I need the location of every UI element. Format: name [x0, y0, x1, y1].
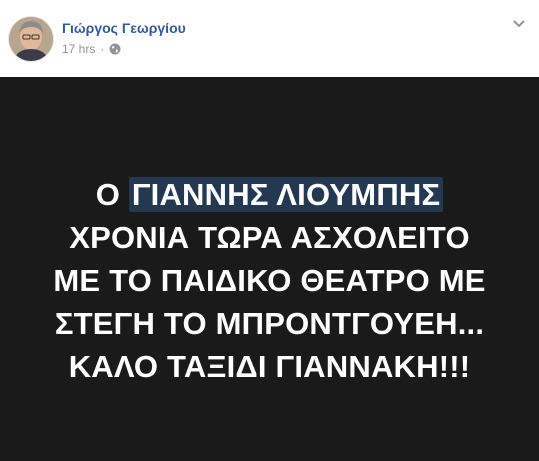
author-avatar[interactable]	[9, 17, 53, 61]
post-status-text: Ο ΓΙΑΝΝΗΣ ΛΙΟΥΜΠΗΣ ΧΡΟΝΙΑ ΤΩΡΑ ΑΣΧΟΛΕΙΤΟ…	[0, 173, 539, 388]
status-line-3: ΜΕ ΤΟ ΠΑΙΔΙΚΟ ΘΕΑΤΡΟ ΜΕ	[53, 263, 486, 298]
post-options-button[interactable]	[509, 16, 529, 32]
tagged-name-highlight[interactable]: ΓΙΑΝΝΗΣ ΛΙΟΥΜΠΗΣ	[128, 177, 444, 212]
status-line-1-prefix: Ο	[95, 177, 129, 212]
post-meta: 17 hrs ·	[62, 41, 121, 57]
status-line-1: Ο ΓΙΑΝΝΗΣ ΛΙΟΥΜΠΗΣ	[0, 173, 539, 216]
meta-separator: ·	[100, 42, 105, 56]
post-timestamp-link[interactable]: 17 hrs	[62, 41, 95, 57]
chevron-down-icon	[513, 15, 525, 33]
author-name-link[interactable]: Γιώργος Γεωργίου	[62, 20, 186, 36]
status-line-4: ΣΤΕΓΗ ΤΟ ΜΠΡΟΝΤΓΟΥΕΗ...	[54, 306, 485, 341]
post-status-background: Ο ΓΙΑΝΝΗΣ ΛΙΟΥΜΠΗΣ ΧΡΟΝΙΑ ΤΩΡΑ ΑΣΧΟΛΕΙΤΟ…	[0, 77, 539, 461]
globe-icon[interactable]	[109, 43, 121, 55]
status-line-5: ΚΑΛΟ ΤΑΞΙΔΙ ΓΙΑΝΝΑΚΗ!!!	[68, 349, 471, 384]
post-header: Γιώργος Γεωργίου 17 hrs ·	[0, 0, 539, 77]
status-line-2: ΧΡΟΝΙΑ ΤΩΡΑ ΑΣΧΟΛΕΙΤΟ	[69, 220, 470, 255]
